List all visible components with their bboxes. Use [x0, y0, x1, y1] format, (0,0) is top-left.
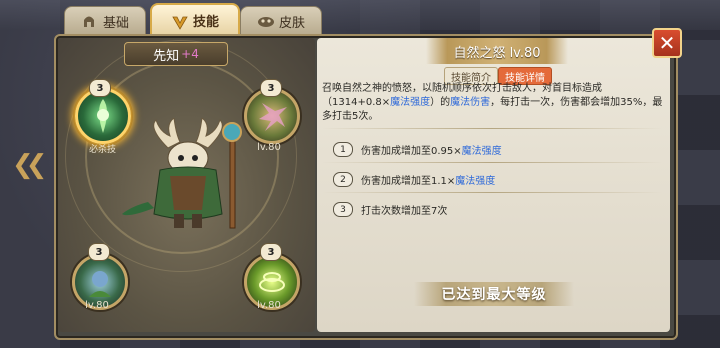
- skill-1-label: 必杀技: [89, 145, 117, 155]
- divider: [322, 128, 662, 129]
- upgrade-2-number: 2: [333, 172, 353, 187]
- skill-title: 自然之怒 lv.80: [426, 38, 568, 64]
- desc-highlight-2: 魔法伤害: [450, 97, 491, 108]
- upgrade-1: 1 伤害加成增加至0.95×魔法强度: [333, 142, 502, 157]
- upgrade-2: 2 伤害加成增加至1.1×魔法强度: [333, 172, 495, 187]
- hero-name: 先知: [153, 48, 180, 64]
- tab-skin-label: 皮肤: [278, 15, 305, 31]
- skill-1-level-badge: 3: [89, 79, 111, 97]
- tab-skin[interactable]: 皮肤: [240, 6, 322, 36]
- left-arrow-icon[interactable]: ❮❮: [12, 150, 47, 180]
- skill-3-level: lv.80: [85, 300, 109, 311]
- skill-2-level-badge: 3: [260, 79, 282, 97]
- upgrade-1-text: 伤害加成增加至0.95×: [361, 146, 462, 157]
- upgrade-2-text: 伤害加成增加至1.1×: [361, 176, 456, 187]
- divider: [322, 162, 662, 163]
- close-icon: ✕: [658, 31, 676, 55]
- hero-character: [118, 117, 268, 242]
- close-button[interactable]: ✕: [652, 28, 682, 58]
- tab-skill-label: 技能: [192, 15, 219, 30]
- skill-4-level-badge: 3: [260, 243, 282, 261]
- upgrade-3-text: 打击次数增加至7次: [361, 206, 448, 217]
- skill-4-level: lv.80: [257, 300, 281, 311]
- upgrade-2-highlight: 魔法强度: [455, 176, 496, 187]
- tab-basic[interactable]: 基础: [64, 6, 146, 36]
- upgrade-3: 3 打击次数增加至7次: [333, 202, 447, 217]
- desc-highlight-1: 魔法强度: [390, 97, 431, 108]
- upgrade-1-highlight: 魔法强度: [461, 146, 502, 157]
- tab-basic-label: 基础: [102, 15, 129, 31]
- helmet-icon: [81, 13, 97, 29]
- skin-tab-icon: [257, 13, 274, 29]
- desc-part-2: ）的: [430, 97, 451, 108]
- upgrade-3-number: 3: [333, 202, 353, 217]
- skill-3-level-badge: 3: [88, 243, 110, 261]
- tab-skill[interactable]: 技能: [150, 3, 240, 38]
- upgrade-1-number: 1: [333, 142, 353, 157]
- hero-name-banner: 先知 +4: [124, 42, 228, 66]
- max-level-button[interactable]: 已达到最大等级: [414, 282, 574, 306]
- skill-tab-icon: [171, 13, 188, 30]
- divider: [322, 192, 662, 193]
- hero-bonus: +4: [181, 47, 199, 61]
- skill-description: 召唤自然之神的愤怒，以随机顺序依次打击敌人，对首目标造成（1314+0.8×魔法…: [322, 82, 667, 124]
